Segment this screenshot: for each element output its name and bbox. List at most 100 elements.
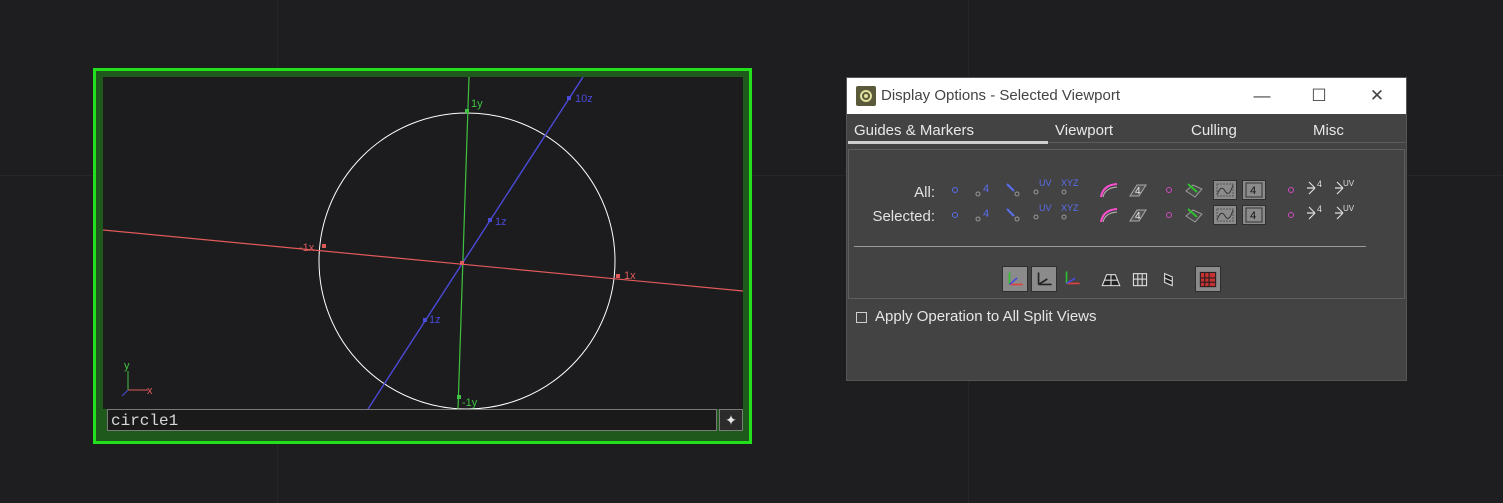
apply-all-split-views-label: Apply Operation to All Split Views — [875, 308, 1097, 325]
gnomon-x-label: x — [147, 385, 153, 397]
app-icon — [856, 86, 876, 106]
selected-point-marker-icon[interactable] — [947, 206, 969, 224]
gnomon-z-axis — [121, 389, 129, 397]
viewport-scene: 1y -1y 1x -1x 1z 1z 10z y x — [103, 77, 743, 409]
primitive-number-icon[interactable]: 4 — [1127, 181, 1149, 199]
svg-text:XYZ: XYZ — [1061, 203, 1079, 213]
viewport-node[interactable]: 1y -1y 1x -1x 1z 1z 10z y x circle1 ✦ — [93, 68, 752, 444]
svg-text:UV: UV — [1039, 203, 1052, 213]
selected-primitive-point-icon[interactable] — [1161, 206, 1183, 224]
xz-grid-icon[interactable] — [1099, 266, 1123, 290]
vertex-number-icon[interactable]: 4 — [1305, 178, 1327, 196]
maximize-button[interactable]: ☐ — [1304, 84, 1334, 108]
point-normal-icon[interactable] — [1003, 181, 1025, 199]
primitive-normal-icon[interactable] — [1183, 181, 1205, 199]
svg-text:4: 4 — [1317, 179, 1322, 189]
svg-text:UV: UV — [1039, 178, 1052, 188]
svg-text:4: 4 — [1250, 185, 1256, 197]
primitive-point-icon[interactable] — [1161, 181, 1183, 199]
far-z-label: 10z — [575, 93, 593, 105]
pos-y-label: 1y — [471, 98, 483, 110]
tab-culling[interactable]: Culling — [1191, 122, 1237, 139]
selected-vertex-number-icon[interactable]: 4 — [1305, 203, 1327, 221]
point-uv-icon[interactable]: UV — [1031, 178, 1053, 196]
origin-gnomon-icon[interactable] — [1002, 266, 1028, 292]
pos-y-marker — [465, 109, 469, 113]
tab-guides-markers[interactable]: Guides & Markers — [854, 122, 974, 139]
selected-point-position-icon[interactable]: XYZ — [1059, 203, 1081, 221]
circle-geometry — [318, 112, 616, 409]
xy-grid-icon[interactable] — [1128, 266, 1152, 290]
selected-vertex-uv-icon[interactable]: UV — [1333, 203, 1355, 221]
selected-point-normal-icon[interactable] — [1003, 206, 1025, 224]
primitive-profile-number-icon[interactable]: 4 — [1242, 180, 1266, 200]
viewport-canvas[interactable]: 1y -1y 1x -1x 1z 1z 10z y x — [103, 77, 743, 409]
svg-text:4: 4 — [1135, 211, 1141, 222]
origin-marker — [460, 261, 464, 265]
vertex-point-icon[interactable] — [1283, 181, 1305, 199]
minimize-icon: — — [1253, 86, 1271, 105]
dialog-titlebar[interactable]: Display Options - Selected Viewport — ☐ … — [847, 78, 1406, 114]
neg-x-marker — [322, 244, 326, 248]
panel-divider — [854, 246, 1366, 247]
primitive-hull-icon[interactable] — [1099, 181, 1121, 199]
svg-text:4: 4 — [1250, 210, 1256, 222]
selected-vertex-point-icon[interactable] — [1283, 206, 1305, 224]
tab-misc[interactable]: Misc — [1313, 122, 1344, 139]
display-options-dialog: Display Options - Selected Viewport — ☐ … — [846, 77, 1407, 381]
tab-bar: Guides & Markers Viewport Culling Misc — [847, 114, 1406, 144]
far-z-marker — [567, 96, 571, 100]
vertex-uv-icon[interactable]: UV — [1333, 178, 1355, 196]
node-name-field[interactable]: circle1 — [107, 409, 717, 431]
selected-primitive-profile-number-icon[interactable]: 4 — [1242, 205, 1266, 225]
neg-z-label: 1z — [429, 314, 441, 326]
svg-text:UV: UV — [1343, 204, 1355, 213]
svg-text:4: 4 — [983, 183, 989, 195]
point-position-icon[interactable]: XYZ — [1059, 178, 1081, 196]
selected-point-uv-icon[interactable]: UV — [1031, 203, 1053, 221]
dialog-title: Display Options - Selected Viewport — [881, 87, 1121, 104]
row-label-all: All: — [914, 184, 935, 201]
apply-all-split-views-checkbox[interactable] — [856, 312, 867, 323]
y-axis-line — [457, 77, 470, 409]
viewport-gnomon-icon[interactable] — [1031, 266, 1057, 292]
tab-viewport[interactable]: Viewport — [1055, 122, 1113, 139]
pos-z-marker — [488, 218, 492, 222]
yz-grid-icon[interactable] — [1157, 266, 1181, 290]
axes-labels-icon[interactable] — [1060, 266, 1084, 290]
selected-primitive-hull-icon[interactable] — [1099, 206, 1121, 224]
neg-x-label: -1x — [299, 242, 315, 254]
neg-y-marker — [457, 395, 461, 399]
pos-x-label: 1x — [624, 270, 636, 282]
close-icon: ✕ — [1369, 86, 1385, 105]
x-axis-line — [103, 229, 743, 292]
row-label-selected: Selected: — [872, 208, 935, 225]
svg-text:XYZ: XYZ — [1061, 178, 1079, 188]
primitive-profile-icon[interactable] — [1213, 180, 1237, 200]
reference-grid-icon[interactable] — [1195, 266, 1221, 292]
guides-markers-panel: All: Selected: 4 UV XYZ 4 4 4 UV 4 UV XY… — [848, 149, 1405, 299]
pin-icon: ✦ — [725, 412, 737, 428]
point-number-icon[interactable]: 4 — [973, 181, 995, 199]
z-axis-line — [367, 77, 584, 409]
neg-z-marker — [423, 318, 427, 322]
active-tab-indicator — [848, 141, 1048, 144]
point-marker-icon[interactable] — [947, 181, 969, 199]
svg-text:4: 4 — [983, 208, 989, 220]
selected-primitive-profile-icon[interactable] — [1213, 205, 1237, 225]
gnomon-y-label: y — [124, 360, 130, 372]
pos-z-label: 1z — [495, 216, 507, 228]
selected-primitive-number-icon[interactable]: 4 — [1127, 206, 1149, 224]
maximize-icon: ☐ — [1311, 86, 1327, 105]
selected-point-number-icon[interactable]: 4 — [973, 206, 995, 224]
pos-x-marker — [616, 274, 620, 278]
minimize-button[interactable]: — — [1247, 84, 1277, 108]
selected-primitive-normal-icon[interactable] — [1183, 206, 1205, 224]
svg-text:4: 4 — [1317, 204, 1322, 214]
close-button[interactable]: ✕ — [1362, 84, 1392, 108]
neg-y-label: -1y — [462, 397, 478, 409]
pin-button[interactable]: ✦ — [719, 409, 743, 431]
tab-divider — [1048, 142, 1406, 143]
svg-text:4: 4 — [1135, 186, 1141, 197]
svg-text:UV: UV — [1343, 179, 1355, 188]
